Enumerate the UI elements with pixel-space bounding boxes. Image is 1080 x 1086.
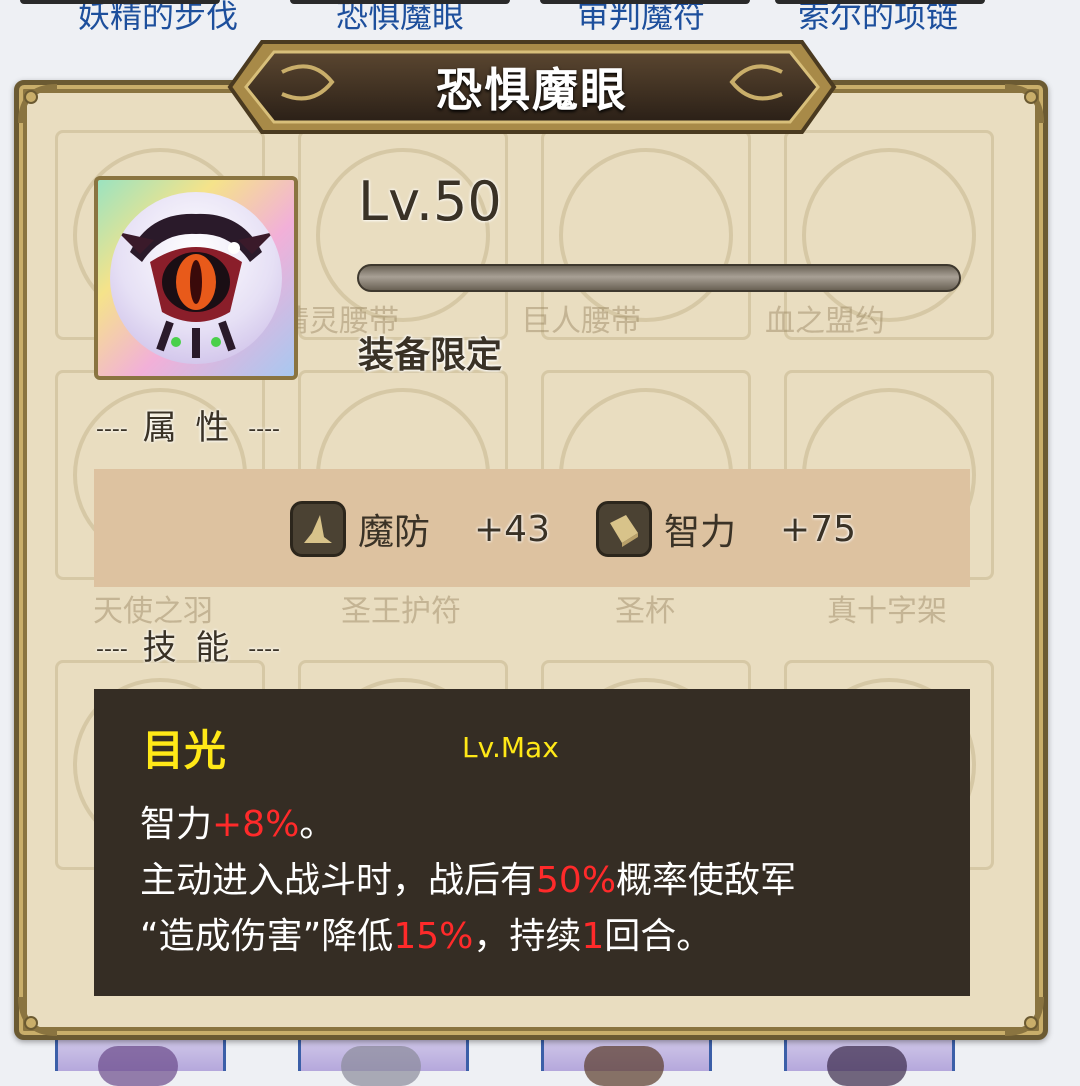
tab-edge xyxy=(20,0,220,4)
item-slot[interactable] xyxy=(784,1040,955,1086)
item-icon-frame xyxy=(94,176,298,380)
attribute-value: +43 xyxy=(474,508,550,550)
item-slot[interactable] xyxy=(55,1040,226,1086)
tab-fairy-steps[interactable]: 妖精的步伐 xyxy=(78,0,238,38)
tab-edge xyxy=(290,0,510,4)
item-slot[interactable] xyxy=(541,1040,712,1086)
corner-ornament xyxy=(999,83,1045,129)
skills-section-header: ---- 技 能 ---- xyxy=(96,628,280,668)
skill-desc-line: 智力+8%。 xyxy=(140,804,336,845)
skill-description: 智力+8%。 主动进入战斗时，战后有50%概率使敌军 “造成伤害”降低15%，持… xyxy=(140,797,940,965)
background-label: 血之盟约 xyxy=(765,304,885,339)
bottom-item-row xyxy=(55,1040,1025,1086)
level-progress-bar xyxy=(357,264,961,292)
skill-name: 目光 xyxy=(142,726,227,775)
background-label: 真十字架 xyxy=(827,594,947,629)
skill-desc-line: 主动进入战斗时，战后有50%概率使敌军 xyxy=(140,860,797,901)
attributes-box: 魔防 +43 智力 +75 xyxy=(94,469,970,587)
attribute-name: 智力 xyxy=(664,512,737,553)
skill-desc-line: “造成伤害”降低15%，持续1回合。 xyxy=(140,916,713,957)
attribute-intelligence: 智力 +75 xyxy=(596,499,856,559)
item-level: Lv.50 xyxy=(358,170,502,233)
title-plate: 恐惧魔眼 xyxy=(222,32,842,142)
background-label: 圣杯 xyxy=(615,594,675,629)
tab-edge xyxy=(540,0,750,4)
tab-edge xyxy=(775,0,985,4)
skill-level: Lv.Max xyxy=(462,731,559,764)
equip-restriction-label: 装备限定 xyxy=(358,335,503,376)
dread-eye-icon xyxy=(110,192,282,364)
attribute-name: 魔防 xyxy=(358,512,431,553)
attributes-section-header: ---- 属 性 ---- xyxy=(96,408,280,448)
wizard-hat-icon xyxy=(290,501,346,557)
item-slot[interactable] xyxy=(298,1040,469,1086)
corner-ornament xyxy=(17,83,63,129)
skill-box: 目光 Lv.Max 智力+8%。 主动进入战斗时，战后有50%概率使敌军 “造成… xyxy=(94,689,970,996)
item-title: 恐惧魔眼 xyxy=(436,63,628,117)
attribute-magic-defense: 魔防 +43 xyxy=(290,499,550,559)
background-label: 圣王护符 xyxy=(341,594,461,629)
book-icon xyxy=(596,501,652,557)
attribute-value: +75 xyxy=(780,508,856,550)
